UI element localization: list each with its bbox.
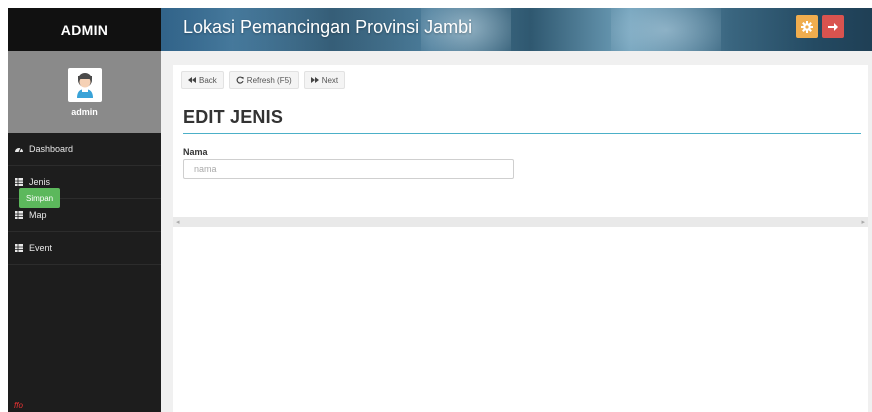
sidebar-item-dashboard[interactable]: Dashboard [8, 133, 161, 166]
scroll-right-icon[interactable]: ▸ [861, 218, 865, 226]
nama-label: Nama [183, 147, 208, 157]
back-label: Back [199, 75, 217, 85]
next-label: Next [321, 75, 339, 85]
sidebar: ADMIN admin Dashboard Jenis Map Event [8, 8, 161, 412]
sidebar-item-label: Dashboard [29, 144, 74, 154]
title-divider [183, 133, 861, 134]
nav-toolbar: Back Refresh (F5) Next [181, 71, 346, 89]
form-panel: Back Refresh (F5) Next EDIT JENIS Nama [173, 65, 868, 217]
user-avatar-icon [67, 67, 102, 102]
content-area: Back Refresh (F5) Next EDIT JENIS Nama ◂… [161, 51, 872, 412]
refresh-label: Refresh (F5) [246, 75, 292, 85]
sidebar-item-label: Map [29, 210, 47, 220]
sidebar-item-event[interactable]: Event [8, 232, 161, 265]
sidebar-item-label: Jenis [29, 177, 51, 187]
back-button[interactable]: Back [181, 71, 224, 89]
gear-icon [801, 20, 813, 33]
username: admin [71, 106, 98, 117]
sidebar-item-label: Event [29, 243, 53, 253]
footer-mark: ffo [14, 401, 23, 410]
forward-icon [310, 77, 319, 83]
refresh-icon [236, 76, 244, 84]
table-icon [15, 244, 23, 252]
settings-button[interactable] [796, 15, 818, 38]
arrow-right-icon [828, 22, 838, 31]
table-icon [15, 178, 23, 186]
next-button[interactable]: Next [303, 71, 346, 89]
simpan-button[interactable]: Simpan [19, 188, 61, 208]
user-panel: admin [8, 51, 161, 133]
refresh-button[interactable]: Refresh (F5) [228, 71, 299, 89]
table-icon [15, 211, 23, 219]
banner-highlight [611, 8, 721, 51]
brand-title[interactable]: ADMIN [8, 8, 161, 51]
nama-input[interactable] [183, 159, 514, 179]
logout-button[interactable] [822, 15, 844, 38]
scroll-left-icon[interactable]: ◂ [176, 218, 180, 226]
dashboard-icon [15, 145, 23, 153]
horizontal-scrollbar[interactable]: ◂ ▸ [173, 217, 868, 227]
empty-area [173, 227, 868, 412]
page-title: EDIT JENIS [183, 107, 284, 127]
header-banner: Lokasi Pemancingan Provinsi Jambi [161, 8, 872, 51]
backward-icon [188, 77, 196, 83]
app-title: Lokasi Pemancingan Provinsi Jambi [183, 17, 473, 37]
